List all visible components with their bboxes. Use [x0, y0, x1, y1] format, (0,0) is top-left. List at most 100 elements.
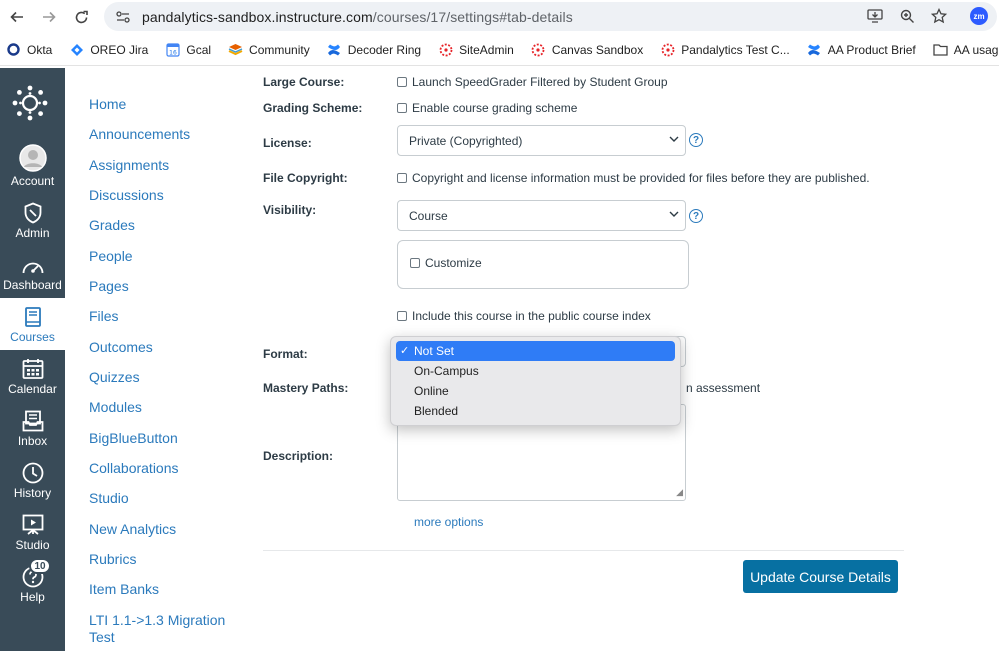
bookmark-aa-product-brief[interactable]: AA Product Brief — [807, 42, 916, 57]
bookmark-label: Decoder Ring — [347, 42, 422, 57]
course-nav-grades[interactable]: Grades — [89, 217, 135, 234]
calendar-icon: 16 — [165, 42, 180, 57]
bookmark-community[interactable]: Community — [228, 42, 310, 57]
zoom-icon[interactable] — [897, 6, 917, 26]
shield-icon — [0, 194, 65, 224]
bookmark-siteadmin[interactable]: SiteAdmin — [438, 42, 514, 57]
bookmark-label: AA usage — [953, 42, 999, 57]
chevron-down-icon — [669, 134, 679, 146]
nav-calendar[interactable]: Calendar — [0, 350, 65, 402]
visibility-select[interactable]: Course — [397, 200, 686, 231]
okta-icon — [6, 42, 21, 57]
profile-avatar[interactable]: zm — [969, 6, 989, 26]
course-nav-lti-migration-line2[interactable]: Test — [89, 629, 115, 646]
bookmark-aa-usage[interactable]: AA usage — [933, 42, 999, 57]
nav-account[interactable]: Account — [0, 142, 65, 194]
course-nav-outcomes[interactable]: Outcomes — [89, 339, 153, 356]
course-nav-new-analytics[interactable]: New Analytics — [89, 521, 176, 538]
bookmark-decoder-ring[interactable]: Decoder Ring — [327, 42, 421, 57]
confluence-icon — [807, 42, 822, 57]
nav-dashboard[interactable]: Dashboard — [0, 246, 65, 298]
course-nav-bigbluebutton[interactable]: BigBlueButton — [89, 430, 178, 447]
course-nav-studio[interactable]: Studio — [89, 490, 129, 507]
course-nav-lti-migration[interactable]: LTI 1.1->1.3 Migration — [89, 612, 225, 629]
bookmark-star-icon[interactable] — [929, 6, 949, 26]
bookmark-label: Pandalytics Test C... — [681, 42, 790, 57]
bookmark-label: Community — [249, 42, 310, 57]
nav-calendar-label: Calendar — [8, 382, 57, 396]
course-nav-item-banks[interactable]: Item Banks — [89, 581, 159, 598]
format-option-on-campus[interactable]: On-Campus — [396, 361, 675, 381]
format-option-blended[interactable]: Blended — [396, 401, 675, 421]
resize-handle-icon[interactable]: ◢ — [676, 487, 683, 498]
mastery-paths-label: Mastery Paths: — [263, 381, 349, 395]
nav-admin-label: Admin — [15, 226, 50, 240]
url-text: pandalytics-sandbox.instructure.com/cour… — [142, 9, 573, 25]
customize-checkbox[interactable] — [410, 258, 420, 268]
nav-studio[interactable]: Studio — [0, 506, 65, 558]
file-copyright-label: File Copyright: — [263, 171, 348, 185]
bookmark-label: Canvas Sandbox — [551, 42, 644, 57]
course-nav-people[interactable]: People — [89, 248, 133, 265]
url-host: pandalytics-sandbox.instructure.com — [142, 8, 373, 25]
format-option-not-set[interactable]: ✓ Not Set — [396, 341, 675, 361]
course-nav-quizzes[interactable]: Quizzes — [89, 369, 140, 386]
book-icon — [0, 298, 65, 328]
course-nav-assignments[interactable]: Assignments — [89, 157, 169, 174]
format-option-online[interactable]: Online — [396, 381, 675, 401]
format-option-label: Not Set — [414, 344, 455, 358]
file-copyright-checkbox[interactable] — [397, 173, 407, 183]
bookmark-gcal[interactable]: 16 Gcal — [165, 42, 211, 57]
course-nav-announcements[interactable]: Announcements — [89, 126, 190, 143]
file-copyright-checkbox-row[interactable]: Copyright and license information must b… — [397, 171, 870, 185]
nav-admin[interactable]: Admin — [0, 194, 65, 246]
bookmark-label: OREO Jira — [90, 42, 149, 57]
forward-arrow-icon[interactable] — [38, 6, 60, 28]
install-app-icon[interactable] — [865, 6, 885, 26]
course-nav-discussions[interactable]: Discussions — [89, 187, 164, 204]
public-index-option-label: Include this course in the public course… — [412, 309, 651, 323]
update-course-details-button[interactable]: Update Course Details — [743, 560, 898, 593]
calendar-icon — [0, 350, 65, 380]
canvas-icon — [660, 42, 675, 57]
nav-courses[interactable]: Courses — [0, 298, 65, 350]
large-course-checkbox-row[interactable]: Launch SpeedGrader Filtered by Student G… — [397, 75, 668, 89]
bookmark-okta[interactable]: Okta — [6, 42, 52, 57]
site-settings-icon[interactable] — [114, 8, 132, 26]
large-course-option-label: Launch SpeedGrader Filtered by Student G… — [412, 75, 668, 89]
large-course-checkbox[interactable] — [397, 77, 407, 87]
nav-inbox[interactable]: Inbox — [0, 402, 65, 454]
address-bar[interactable]: pandalytics-sandbox.instructure.com/cour… — [104, 2, 997, 31]
public-index-checkbox[interactable] — [397, 311, 407, 321]
inbox-icon — [0, 402, 65, 432]
more-options-link[interactable]: more options — [414, 515, 483, 529]
course-nav-collaborations[interactable]: Collaborations — [89, 460, 179, 477]
help-badge: 10 — [29, 558, 51, 574]
customize-checkbox-row[interactable]: Customize — [410, 256, 482, 270]
bookmark-oreo-jira[interactable]: OREO Jira — [69, 42, 148, 57]
visibility-selected-value: Course — [409, 208, 448, 223]
course-nav-modules[interactable]: Modules — [89, 399, 142, 416]
course-nav-pages[interactable]: Pages — [89, 278, 129, 295]
public-index-checkbox-row[interactable]: Include this course in the public course… — [397, 309, 651, 323]
license-help-icon[interactable]: ? — [689, 133, 703, 147]
nav-help[interactable]: Help 10 — [0, 558, 65, 610]
grading-scheme-checkbox[interactable] — [397, 103, 407, 113]
grading-scheme-checkbox-row[interactable]: Enable course grading scheme — [397, 101, 577, 115]
bookmark-pandalytics-test[interactable]: Pandalytics Test C... — [660, 42, 790, 57]
canvas-logo-icon[interactable] — [12, 85, 48, 121]
format-dropdown-menu: ✓ Not Set On-Campus Online Blended — [390, 336, 681, 426]
course-nav-files[interactable]: Files — [89, 308, 119, 325]
nav-account-label: Account — [10, 174, 55, 188]
visibility-help-icon[interactable]: ? — [689, 209, 703, 223]
description-label: Description: — [263, 449, 334, 463]
license-select[interactable]: Private (Copyrighted) — [397, 125, 686, 156]
back-arrow-icon[interactable] — [6, 6, 28, 28]
reload-icon[interactable] — [70, 6, 92, 28]
global-navigation: Account Admin Dashboard Courses Calendar… — [0, 68, 65, 651]
course-nav-home[interactable]: Home — [89, 96, 126, 113]
clock-icon — [0, 454, 65, 484]
course-nav-rubrics[interactable]: Rubrics — [89, 551, 136, 568]
bookmark-canvas-sandbox[interactable]: Canvas Sandbox — [531, 42, 643, 57]
nav-history[interactable]: History — [0, 454, 65, 506]
